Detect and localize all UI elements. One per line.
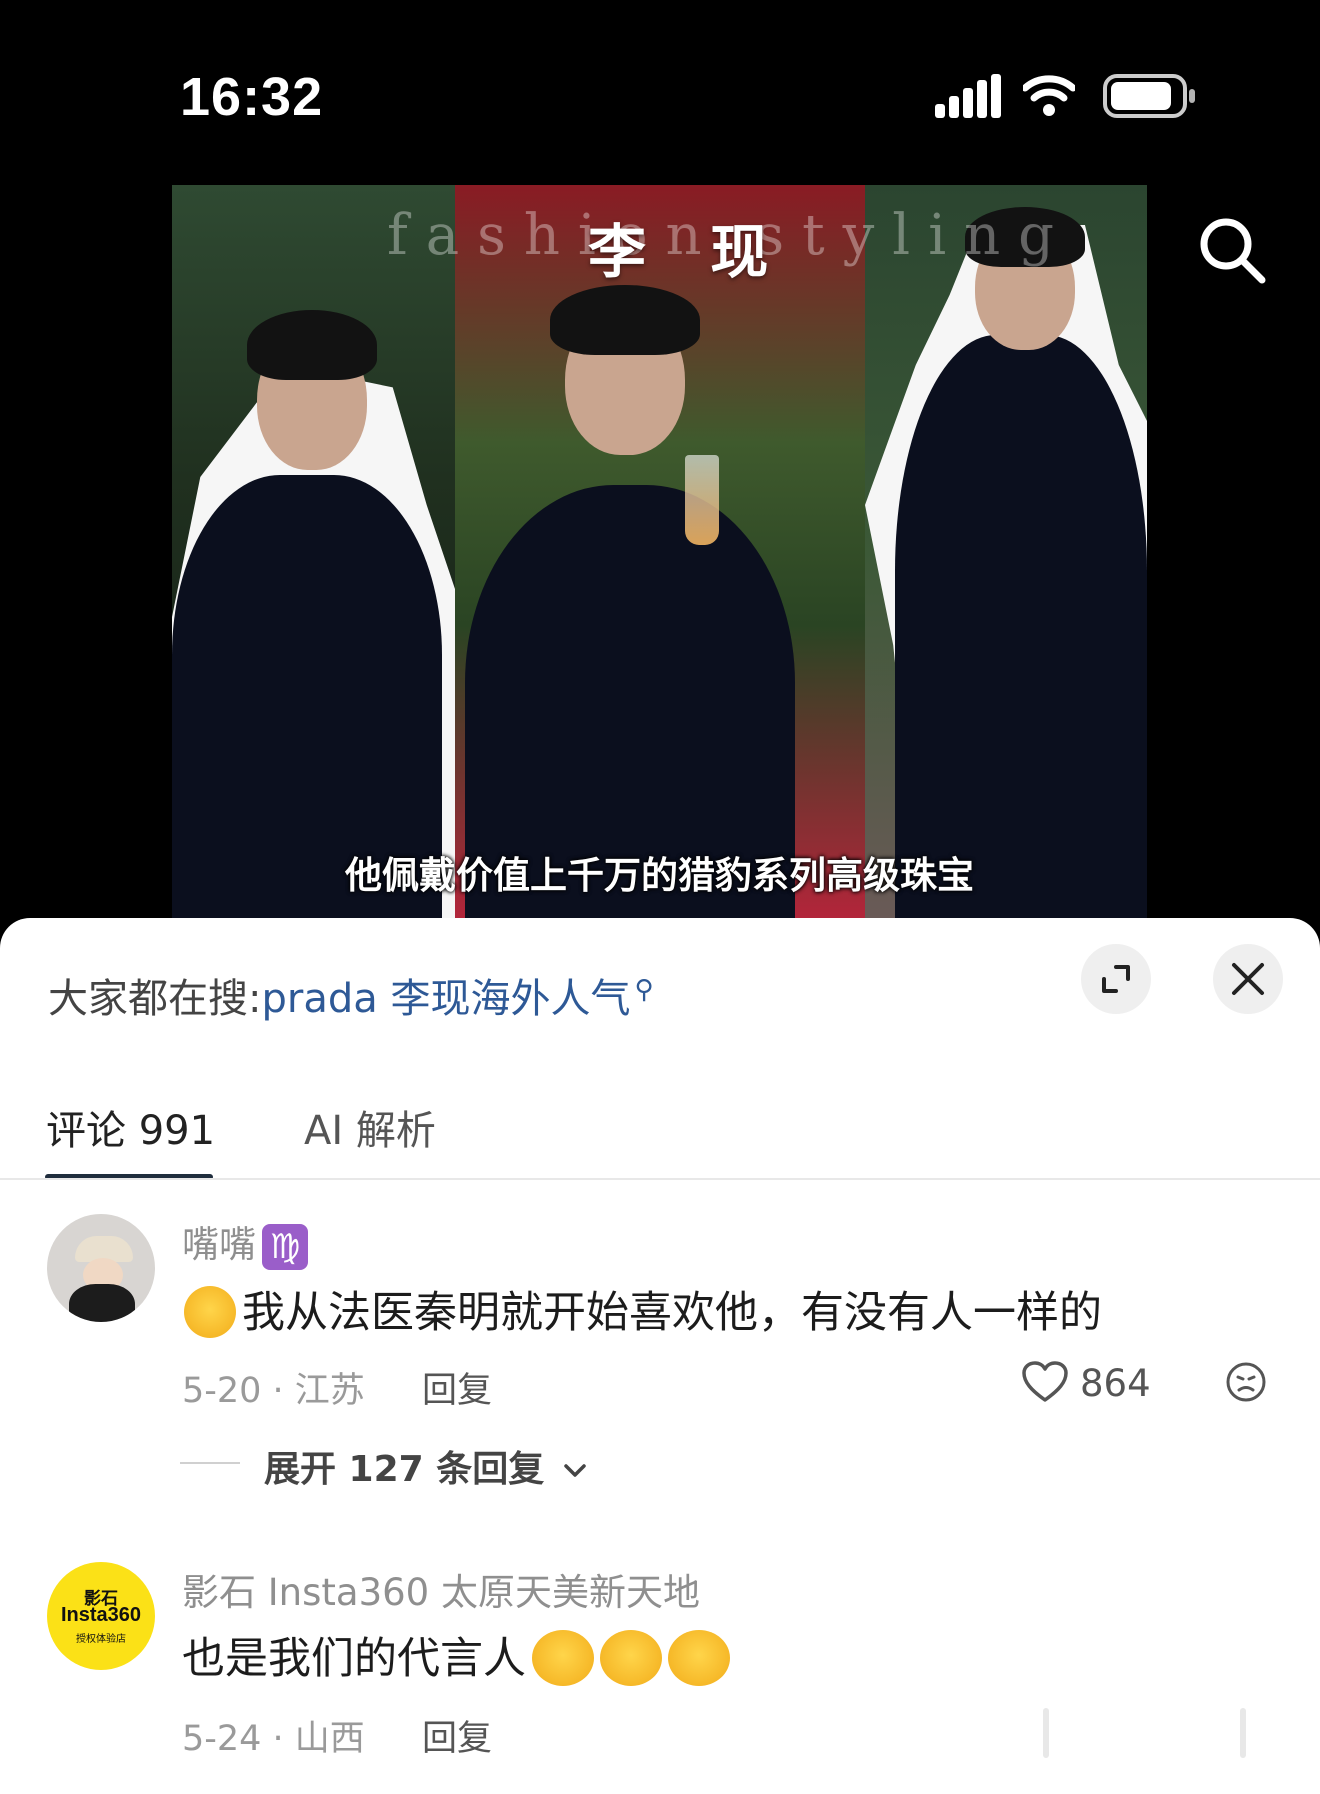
kiss-emoji [668,1629,730,1686]
expand-button[interactable] [1081,944,1151,1014]
wifi-icon [1023,75,1075,116]
comment-sheet: 大家都在搜:prada 李现海外人气 ⚲ 评论 991 AI 解析 嘴嘴 ♍ 我从法… [0,918,1320,1794]
crying-laughing-emoji [184,1285,236,1338]
zodiac-badge: ♍ [262,1223,308,1270]
video-caption: 他佩戴价值上千万的猎豹系列高级珠宝 [345,853,974,897]
comment-date-location: 5-20 · 江苏 [182,1371,365,1411]
video-panel-left [172,185,455,920]
close-icon [1232,963,1264,995]
close-button[interactable] [1213,944,1283,1014]
tab-comments[interactable]: 评论 991 [46,1098,215,1156]
trending-search[interactable]: 大家都在搜:prada 李现海外人气 ⚲ [48,966,654,1024]
kiss-emoji [532,1629,594,1686]
search-icon[interactable] [1196,214,1270,288]
avatar-brand-name: Insta360 [60,1604,142,1626]
like-count: 864 [1080,1362,1151,1405]
trending-label: 大家都在搜: [48,976,262,1022]
signal-icon [935,74,1001,118]
reply-button[interactable]: 回复 [422,1362,492,1413]
comment-text: 也是我们的代言人 [182,1624,730,1690]
video-title: 李 现 [588,218,791,286]
expand-replies-line [180,1462,240,1464]
comment-username[interactable]: 影石 Insta360 太原天美新天地 [182,1562,700,1616]
scroll-indicator [1240,1708,1246,1758]
expand-replies-button[interactable]: 展开 127 条回复 [264,1440,589,1492]
avatar[interactable] [47,1214,155,1322]
champagne-glass [685,455,719,545]
avatar-brand-subtitle: 授权体验店 [76,1634,126,1645]
comment-text: 我从法医秦明就开始喜欢他，有没有人一样的 [184,1278,1102,1342]
heart-icon[interactable] [1021,1360,1069,1404]
avatar[interactable]: 影石 Insta360 授权体验店 [47,1562,155,1670]
chevron-down-icon [564,1464,586,1477]
tabs-divider [0,1178,1320,1180]
search-icon: ⚲ [634,974,654,1005]
trending-query[interactable]: prada 李现海外人气 [261,976,630,1022]
kiss-emoji [600,1629,662,1686]
scroll-indicator [1043,1708,1049,1758]
tab-ai-analysis[interactable]: AI 解析 [304,1098,436,1156]
reply-button[interactable]: 回复 [422,1710,492,1761]
expand-icon [1102,965,1130,993]
video-player[interactable]: fashion styling 李 现 他佩戴价值上千万的猎豹系列高级珠宝 [172,185,1147,920]
status-time: 16:32 [180,67,324,127]
video-panel-right [865,185,1147,920]
comment-username[interactable]: 嘴嘴 ♍ [182,1214,308,1270]
comment-date-location: 5-24 · 山西 [182,1719,365,1759]
reaction-icon[interactable] [1224,1360,1268,1404]
video-panel-center [455,185,865,920]
battery-icon [1103,74,1195,118]
